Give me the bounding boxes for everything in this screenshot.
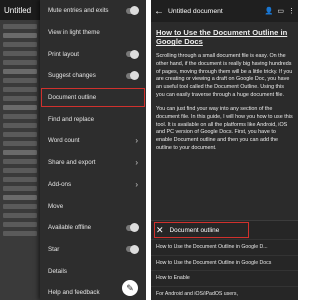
outline-item[interactable]: How to Use the Document Outline in Googl… <box>151 254 298 271</box>
toggle-switch[interactable] <box>126 71 139 81</box>
menu-item-label: Add-ons <box>48 180 72 188</box>
document-paragraph: Scrolling through a small document file … <box>156 52 293 99</box>
more-options-icon[interactable]: ⋮ <box>288 7 295 15</box>
comment-icon[interactable]: ▭ <box>277 7 284 15</box>
doc-title-partial: Untitled <box>4 5 32 15</box>
menu-item[interactable]: Available offline <box>40 217 146 239</box>
edit-pencil-icon[interactable]: ✎ <box>122 280 138 296</box>
menu-item-label: Share and export <box>48 159 96 167</box>
menu-item[interactable]: Star <box>40 239 146 261</box>
chevron-right-icon: › <box>135 179 138 189</box>
toggle-switch[interactable] <box>126 6 139 16</box>
outline-item[interactable]: How to Enable <box>151 270 298 286</box>
outline-list: How to Use the Document Outline in Googl… <box>151 239 298 300</box>
menu-item[interactable]: Mute entries and exits <box>40 0 146 22</box>
outline-item[interactable]: For Android and iOS/iPadOS users, <box>151 285 298 300</box>
highlight-box <box>154 222 249 238</box>
toggle-switch[interactable] <box>126 223 139 233</box>
menu-item[interactable]: Share and export › <box>40 152 146 174</box>
chevron-right-icon: › <box>135 136 138 146</box>
menu-item-label: Word count <box>48 137 80 145</box>
menu-item[interactable]: View in light theme <box>40 22 146 44</box>
menu-item[interactable]: Document outline <box>40 87 146 109</box>
menu-item-label: Move <box>48 202 64 210</box>
menu-item[interactable]: Add-ons › <box>40 174 146 196</box>
menu-item-label: Help and feedback <box>48 289 100 297</box>
document-background <box>0 20 40 300</box>
left-screenshot: Untitled Mute entries and exits View in l… <box>0 0 146 300</box>
menu-item[interactable]: Suggest changes <box>40 65 146 87</box>
outline-item[interactable]: How to Use the Document Outline in Googl… <box>151 239 298 255</box>
menu-item-label: Suggest changes <box>48 72 96 80</box>
menu-item[interactable]: Move <box>40 195 146 217</box>
menu-item-label: Star <box>48 245 60 253</box>
menu-item-label: View in light theme <box>48 29 100 37</box>
document-paragraph: You can just find your way into any sect… <box>156 105 293 152</box>
menu-item[interactable]: Print layout <box>40 43 146 65</box>
menu-item[interactable]: Word count › <box>40 130 146 152</box>
document-heading: How to Use the Document Outline in Googl… <box>156 28 288 47</box>
menu-item-label: Available offline <box>48 224 92 232</box>
menu-item-label: Mute entries and exits <box>48 7 109 15</box>
document-body[interactable]: How to Use the Document Outline in Googl… <box>151 22 298 153</box>
menu-item-label: Find and replace <box>48 115 95 123</box>
menu-item[interactable]: Details <box>40 260 146 282</box>
toggle-switch[interactable] <box>126 49 139 59</box>
document-title: Untitled document <box>168 7 223 15</box>
back-arrow-icon[interactable]: ← <box>154 6 164 17</box>
menu-item-label: Document outline <box>48 94 97 102</box>
toggle-switch[interactable] <box>126 244 139 254</box>
chevron-right-icon: › <box>135 158 138 168</box>
menu-item[interactable]: Find and replace <box>40 108 146 130</box>
right-screenshot: ← Untitled document 👤 ▭ ⋮ How to Use the… <box>151 0 298 300</box>
top-app-bar: ← Untitled document 👤 ▭ ⋮ <box>151 0 298 22</box>
overflow-menu: Mute entries and exits View in light them… <box>40 0 146 300</box>
document-outline-panel: ✕ Document outline How to Use the Docume… <box>151 220 298 300</box>
add-person-icon[interactable]: 👤 <box>265 7 274 15</box>
menu-item-label: Print layout <box>48 50 79 58</box>
menu-item-label: Details <box>48 267 67 275</box>
